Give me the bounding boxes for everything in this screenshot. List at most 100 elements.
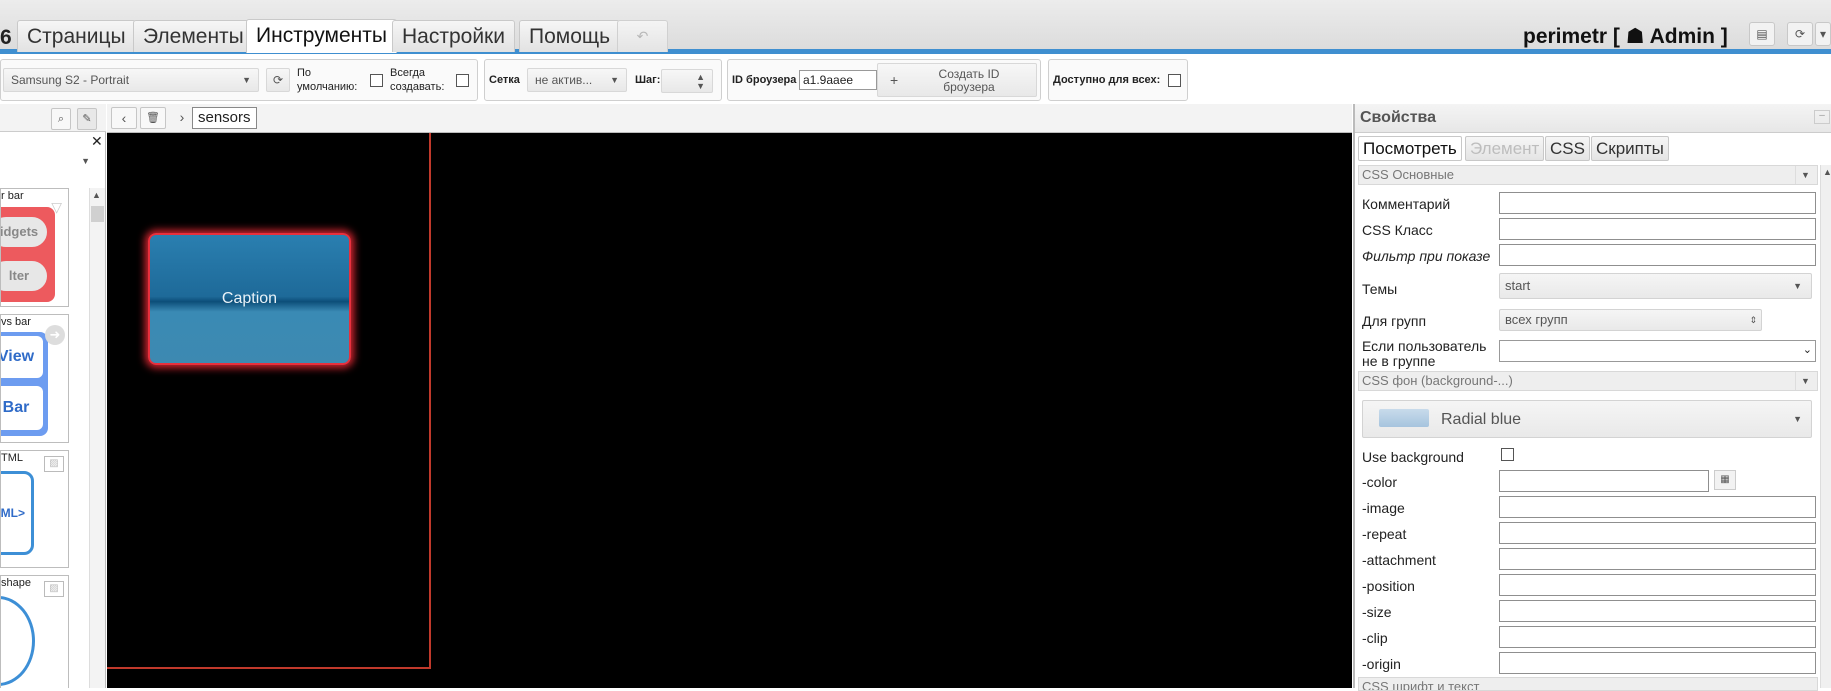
plus-icon: +: [890, 72, 899, 88]
section-css-basic-label: CSS Основные: [1362, 167, 1455, 182]
browser-id-input[interactable]: a1.9aaee: [799, 70, 877, 90]
palette-card-shape[interactable]: shape ▨: [0, 575, 69, 688]
palette-card-title: vs bar: [1, 316, 31, 328]
if-user-label-line2: не в группе: [1362, 353, 1436, 369]
top-menu-bar: 6 Страницы Элементы Инструменты Настройк…: [0, 0, 1831, 54]
bg-color-label: -color: [1362, 474, 1398, 490]
palette-scrollbar[interactable]: ▲: [89, 188, 105, 688]
chevron-down-icon: ▼: [1793, 414, 1802, 424]
palette-card-views-bar[interactable]: vs bar View Bar ➜: [0, 314, 69, 443]
scroll-thumb[interactable]: [91, 206, 104, 222]
trash-icon[interactable]: 🗑: [140, 107, 166, 129]
grid-group: Сетка не актив... ▼ Шаг: ▲ ▼: [484, 59, 722, 101]
section-css-font-label: CSS шрифт и текст: [1362, 679, 1480, 691]
background-preset-select[interactable]: Radial blue ▼: [1362, 400, 1812, 438]
tab-elements[interactable]: Элементы: [133, 20, 254, 52]
chevron-down-icon: ▼: [81, 156, 90, 166]
bg-attachment-label: -attachment: [1362, 552, 1436, 568]
if-user-select[interactable]: ⌄: [1499, 340, 1816, 362]
image-icon: ▨: [44, 456, 64, 472]
canvas-nav-bar: ‹ 🗑 › sensors: [107, 104, 1352, 133]
default-label-line1: По: [297, 67, 312, 79]
scroll-up-icon[interactable]: ▲: [1823, 167, 1831, 177]
arrow-right-icon: ➜: [45, 325, 65, 345]
palette-card-filter-bar[interactable]: r bar idgets lter ▽: [0, 188, 69, 307]
widget-palette: ⌕ ✎ ✕ ▼ ▲ r bar idgets lter ▽ vs bar Vie…: [0, 104, 106, 688]
bg-image-input[interactable]: [1499, 496, 1816, 518]
default-checkbox[interactable]: [370, 74, 383, 87]
bg-color-input[interactable]: [1499, 470, 1709, 492]
use-background-checkbox[interactable]: [1501, 448, 1514, 461]
preview-filter-pill: lter: [1, 259, 49, 293]
bg-position-label: -position: [1362, 578, 1415, 594]
bg-repeat-input[interactable]: [1499, 522, 1816, 544]
refresh-icon[interactable]: ⟳: [266, 68, 290, 92]
palette-card-title: TML: [1, 452, 23, 464]
caption-widget[interactable]: Caption: [148, 233, 351, 365]
palette-card-title: r bar: [1, 190, 24, 202]
image-icon: ▨: [44, 581, 64, 597]
scroll-up-icon[interactable]: ▲: [92, 190, 101, 200]
minimize-icon[interactable]: –: [1814, 110, 1830, 124]
palette-filter-select[interactable]: ▼: [0, 152, 96, 174]
tab-view[interactable]: Посмотреть: [1358, 136, 1462, 161]
step-spinner[interactable]: ▲ ▼: [661, 69, 713, 93]
use-background-label: Use background: [1362, 449, 1464, 465]
properties-scrollbar[interactable]: ▲: [1820, 165, 1831, 688]
bg-clip-label: -clip: [1362, 630, 1388, 646]
tab-scripts[interactable]: Скрипты: [1591, 136, 1669, 161]
section-css-font[interactable]: CSS шрифт и текст: [1358, 677, 1818, 691]
bg-size-input[interactable]: [1499, 600, 1816, 622]
chevron-left-icon[interactable]: ‹: [111, 107, 137, 129]
device-select[interactable]: Samsung S2 - Portrait ▼: [3, 68, 259, 92]
tab-settings[interactable]: Настройки: [392, 20, 515, 52]
tab-element: Элемент: [1465, 136, 1545, 161]
undo-button[interactable]: ↶: [617, 20, 668, 52]
search-icon[interactable]: ⌕: [51, 108, 71, 130]
properties-header: Свойства –: [1355, 104, 1831, 133]
comment-input[interactable]: [1499, 192, 1816, 214]
always-create-label-line1: Всегда: [390, 67, 426, 79]
close-icon[interactable]: ✕: [91, 133, 103, 150]
bg-origin-input[interactable]: [1499, 652, 1816, 674]
create-id-line2: броузера: [943, 80, 995, 94]
tab-help[interactable]: Помощь: [519, 20, 621, 52]
bg-attachment-input[interactable]: [1499, 548, 1816, 570]
bg-origin-label: -origin: [1362, 656, 1401, 672]
shape-preview: [1, 596, 35, 686]
bg-clip-input[interactable]: [1499, 626, 1816, 648]
chevron-down-icon: ▼: [1793, 281, 1802, 291]
create-browser-id-button[interactable]: + Создать ID броузера: [877, 63, 1037, 97]
design-canvas[interactable]: Caption: [107, 133, 1352, 688]
spin-down-icon[interactable]: ▼: [696, 75, 705, 97]
available-all-checkbox[interactable]: [1168, 74, 1181, 87]
tab-css[interactable]: CSS: [1545, 136, 1590, 161]
palette-card-title: shape: [1, 577, 31, 589]
properties-panel: Свойства – Посмотреть Элемент CSS Скрипт…: [1353, 104, 1831, 691]
save-icon[interactable]: ▤: [1749, 22, 1775, 46]
tab-pages[interactable]: Страницы: [17, 20, 136, 52]
tag-icon[interactable]: ✎: [77, 108, 97, 130]
groups-select[interactable]: всех групп ⇕: [1499, 309, 1762, 331]
palette-card-html[interactable]: TML ML> ▨: [0, 450, 69, 568]
view-name-label[interactable]: sensors: [192, 107, 257, 129]
tab-tools[interactable]: Инструменты: [246, 19, 397, 53]
groups-label: Для групп: [1362, 313, 1427, 329]
filter-bar-preview: idgets lter: [1, 207, 55, 302]
grid-select[interactable]: не актив... ▼: [527, 68, 627, 92]
bg-position-input[interactable]: [1499, 574, 1816, 596]
css-class-input[interactable]: [1499, 218, 1816, 240]
section-css-background[interactable]: CSS фон (background-...) ▼: [1358, 371, 1818, 391]
always-create-checkbox[interactable]: [456, 74, 469, 87]
if-user-label-line1: Если пользователь: [1362, 338, 1487, 354]
device-group: Samsung S2 - Portrait ▼ ⟳ По умолчанию: …: [0, 59, 478, 101]
html-preview: ML>: [1, 471, 34, 555]
themes-select[interactable]: start ▼: [1499, 273, 1812, 299]
refresh-icon[interactable]: ⟳: [1787, 22, 1813, 46]
filter-input[interactable]: [1499, 244, 1816, 266]
chevron-down-icon[interactable]: ▾: [1815, 22, 1831, 46]
updown-icon: ⇕: [1749, 315, 1757, 325]
section-css-basic[interactable]: CSS Основные ▼: [1358, 165, 1818, 185]
bg-image-label: -image: [1362, 500, 1405, 516]
color-picker-icon[interactable]: ▦: [1714, 470, 1736, 490]
